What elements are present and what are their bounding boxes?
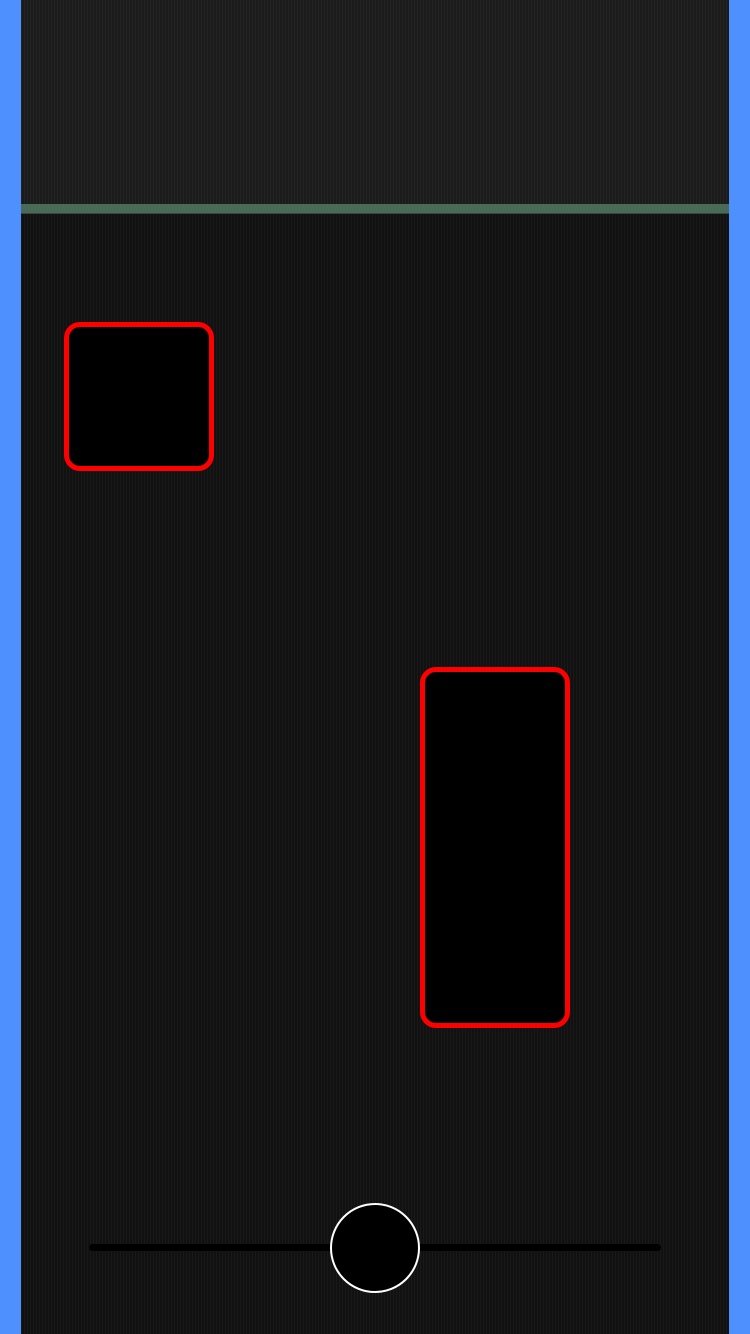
game-stage [0,0,750,1334]
obstacle-block [64,322,214,471]
zone-divider [21,204,729,214]
top-zone [21,0,729,204]
slider-knob[interactable] [330,1203,420,1293]
playfield [21,0,729,1334]
obstacle-block [420,667,570,1028]
